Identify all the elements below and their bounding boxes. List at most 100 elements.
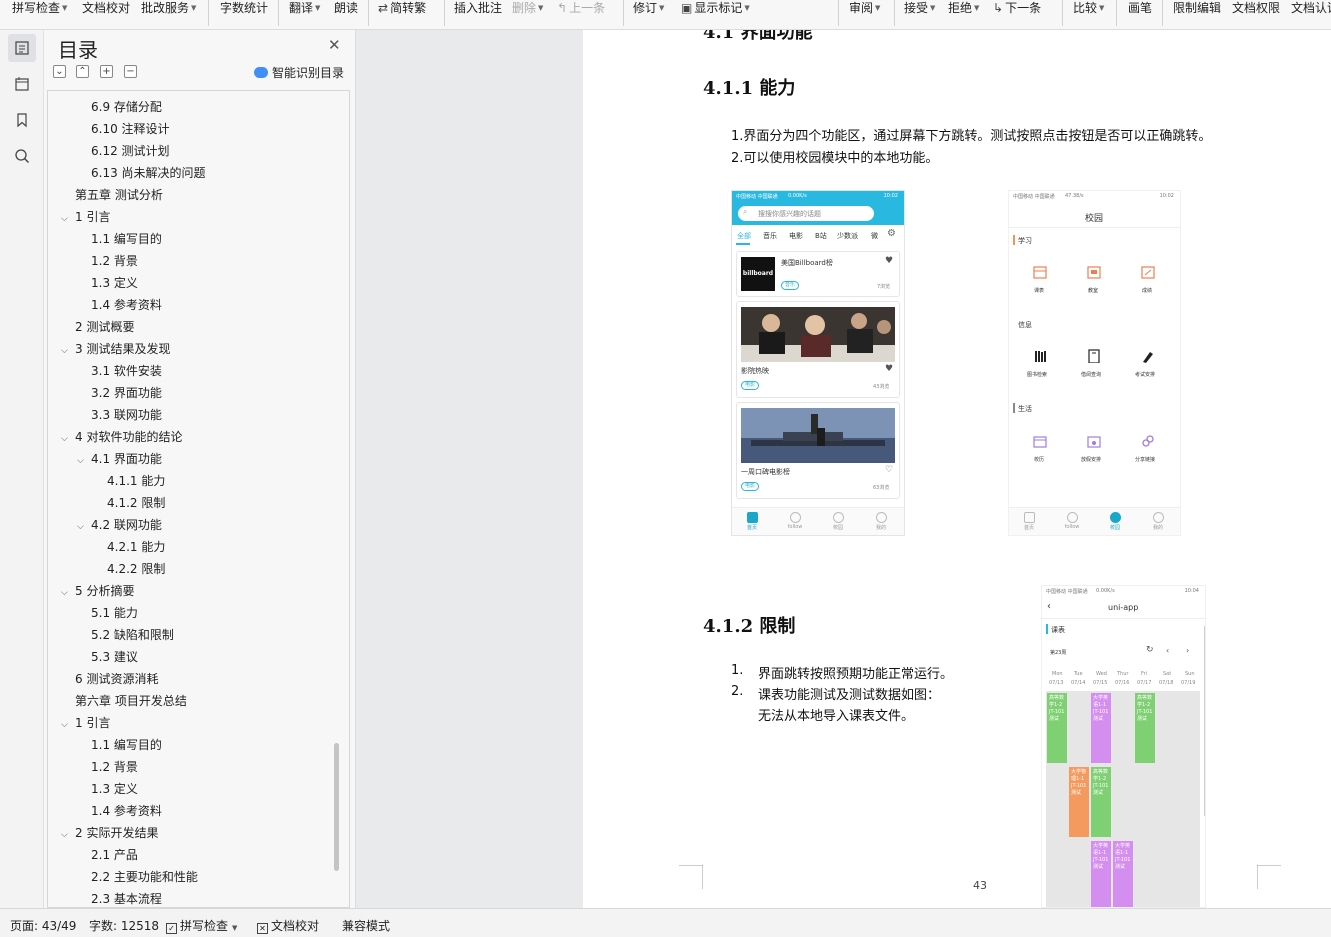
ribbon-toolbar: 拼写检查 ▼ 文档校对 批改服务 ▼ 字数统计 翻译 ▼ 朗读 ⇄ 简转繁 插入批注 删… [0, 0, 1331, 30]
previous-comment-button[interactable]: ↰ 上一条 [557, 0, 605, 16]
smart-toc-button[interactable]: 智能识别目录 [254, 64, 344, 81]
separator [838, 0, 839, 26]
reject-button[interactable]: 拒绝 ▼ [948, 0, 979, 16]
toc-item[interactable]: ⌵ 1 引言 [61, 207, 110, 227]
toc-item[interactable]: ⌵ 3 测试结果及发现 [61, 339, 170, 359]
doc-certification-button[interactable]: 文档认证 [1291, 0, 1331, 16]
spell-check-button[interactable]: 拼写检查 ▼ [12, 0, 67, 16]
chevron-down-icon[interactable]: ⌵ [61, 341, 75, 361]
add-heading-button[interactable]: + [100, 65, 113, 78]
list-item: 界面跳转按照预期功能正常运行。 [758, 667, 954, 682]
correction-service-button[interactable]: 批改服务 ▼ [141, 0, 196, 16]
toc-item[interactable]: 5.2 缺陷和限制 [91, 625, 174, 645]
toc-item[interactable]: 1.3 定义 [91, 273, 138, 293]
toc-item[interactable]: 2.3 基本流程 [91, 889, 162, 907]
toc-item[interactable]: ⌵ 1 引言 [61, 713, 110, 733]
toc-item[interactable]: 1.2 背景 [91, 251, 138, 271]
topic-card: 影院热映 ♥ 电影 43浏览 [736, 301, 900, 398]
toc-item[interactable]: 4.1.2 限制 [107, 493, 165, 513]
course-cell: 高等数学1-2 JT-101 测试 [1135, 693, 1155, 763]
toc-item[interactable]: 1.3 定义 [91, 779, 138, 799]
toc-item[interactable]: 第五章 测试分析 [75, 185, 163, 205]
toc-item[interactable]: 3.1 软件安装 [91, 361, 162, 381]
toc-item[interactable]: 5.1 能力 [91, 603, 138, 623]
toc-item[interactable]: 3.2 界面功能 [91, 383, 162, 403]
toc-item[interactable]: 2.1 产品 [91, 845, 138, 865]
doc-proofread-button[interactable]: 文档校对 [82, 0, 130, 16]
phone-tab: 少数派 [837, 232, 858, 240]
toc-panel-button[interactable] [8, 34, 36, 62]
chevron-down-icon[interactable]: ⌵ [61, 715, 75, 735]
chevron-down-icon[interactable]: ⌵ [61, 209, 75, 229]
toc-item[interactable]: ⌵ 4.1 界面功能 [77, 449, 162, 469]
bookmark-panel-button[interactable] [8, 106, 36, 134]
word-count[interactable]: 字数: 12518 [89, 917, 159, 934]
pen-button[interactable]: 画笔 [1128, 0, 1152, 16]
chevron-down-icon[interactable]: ⌵ [77, 517, 91, 537]
phone-tab: 微 [871, 232, 878, 240]
toc-item[interactable]: 1.4 参考资料 [91, 801, 162, 821]
expand-up-button[interactable]: ⌃ [76, 65, 89, 78]
chevron-down-icon[interactable]: ⌵ [61, 429, 75, 449]
chevron-down-icon: ▼ [315, 4, 321, 12]
grid-label: 教室 [1088, 288, 1099, 294]
spell-check-toggle[interactable]: ✓ 拼写检查 ▼ [166, 917, 237, 934]
translate-button[interactable]: 翻译 ▼ [289, 0, 320, 16]
toc-item[interactable]: 1.1 编写目的 [91, 229, 162, 249]
accept-button[interactable]: 接受 ▼ [904, 0, 935, 16]
chevron-down-icon[interactable]: ⌵ [61, 825, 75, 845]
remove-heading-button[interactable]: − [124, 65, 137, 78]
toc-scrollbar[interactable] [334, 743, 339, 871]
compare-button[interactable]: 比较 ▼ [1073, 0, 1104, 16]
chevron-down-icon[interactable]: ⌵ [77, 451, 91, 471]
toc-item[interactable]: 4.1.1 能力 [107, 471, 165, 491]
toc-item[interactable]: 1.1 编写目的 [91, 735, 162, 755]
card-tag: 电影 [741, 482, 760, 491]
toc-item[interactable]: 4.2.2 限制 [107, 559, 165, 579]
toc-item[interactable]: 4.2.1 能力 [107, 537, 165, 557]
toc-item[interactable]: ⌵ 2 实际开发结果 [61, 823, 158, 843]
toc-item[interactable]: ⌵ 4 对软件功能的结论 [61, 427, 182, 447]
toc-item[interactable]: 6.12 测试计划 [91, 141, 170, 161]
delete-comment-button[interactable]: 删除 ▼ [512, 0, 543, 16]
insert-comment-button[interactable]: 插入批注 [454, 0, 502, 16]
toc-item[interactable]: 6.13 尚未解决的问题 [91, 163, 206, 183]
nav-campus: 校园 [827, 512, 849, 531]
search-panel-button[interactable] [8, 142, 36, 170]
doc-proofread-toggle[interactable]: ✕ 文档校对 [257, 917, 319, 934]
toc-item[interactable]: 3.3 联网功能 [91, 405, 162, 425]
topic-card: billboard 美国Billboard榜 ♥ 音乐 7浏览 [736, 251, 900, 297]
toc-item[interactable]: 5.3 建议 [91, 647, 138, 667]
collapse-all-button[interactable]: ⌄ [53, 65, 66, 78]
chevron-down-icon: ▼ [744, 4, 750, 12]
gear-icon: ⚙ [887, 228, 896, 239]
page-indicator[interactable]: 页面: 43/49 [10, 917, 76, 934]
next-change-button[interactable]: ↳ 下一条 [993, 0, 1041, 16]
toc-item[interactable]: 6 测试资源消耗 [75, 669, 158, 689]
date-label: 07/14 [1071, 680, 1086, 686]
chevron-down-icon[interactable]: ⌵ [61, 583, 75, 603]
track-changes-button[interactable]: 修订 ▼ [633, 0, 664, 16]
toc-item[interactable]: 2 测试概要 [75, 317, 134, 337]
outline-panel-button[interactable] [8, 70, 36, 98]
toc-item[interactable]: ⌵ 5 分析摘要 [61, 581, 134, 601]
phone-tab: 全部 [737, 232, 751, 240]
close-icon[interactable]: ✕ [328, 36, 341, 54]
date-label: 07/18 [1159, 680, 1174, 686]
toc-item[interactable]: 1.2 背景 [91, 757, 138, 777]
doc-permission-button[interactable]: 文档权限 [1232, 0, 1280, 16]
toc-item[interactable]: 1.4 参考资料 [91, 295, 162, 315]
show-markup-button[interactable]: ▣ 显示标记 ▼ [681, 0, 750, 16]
review-button[interactable]: 审阅 ▼ [849, 0, 880, 16]
toc-item[interactable]: ⌵ 4.2 联网功能 [77, 515, 162, 535]
simplified-to-traditional-button[interactable]: ⇄ 简转繁 [378, 0, 426, 16]
card-views: 63浏览 [873, 485, 890, 491]
restrict-editing-button[interactable]: 限制编辑 [1173, 0, 1221, 16]
toc-item[interactable]: 6.10 注释设计 [91, 119, 170, 139]
heart-icon: ♥ [885, 364, 894, 374]
toc-item[interactable]: 第六章 项目开发总结 [75, 691, 187, 711]
read-aloud-button[interactable]: 朗读 [334, 0, 358, 16]
word-count-button[interactable]: 字数统计 [220, 0, 268, 16]
toc-item[interactable]: 6.9 存储分配 [91, 97, 162, 117]
toc-item[interactable]: 2.2 主要功能和性能 [91, 867, 198, 887]
